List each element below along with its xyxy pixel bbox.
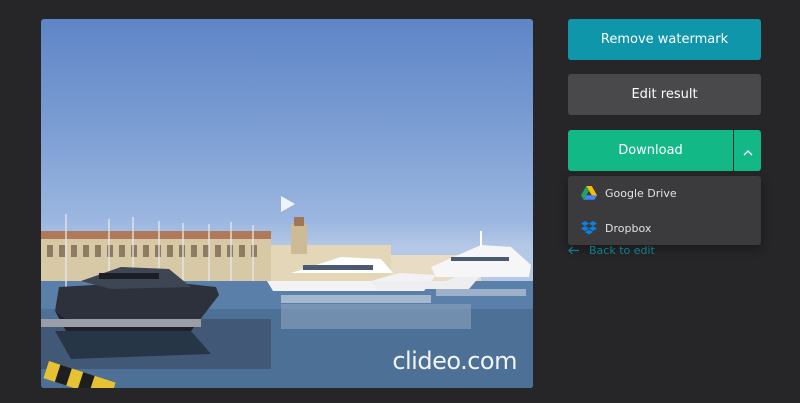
dropbox-icon: [581, 220, 597, 236]
chevron-up-icon: [743, 141, 753, 160]
play-icon[interactable]: [280, 195, 296, 213]
watermark-text: clideo.com: [392, 347, 517, 375]
download-dropdown-menu: Google Drive Dropbox: [568, 176, 761, 245]
menu-item-dropbox[interactable]: Dropbox: [568, 211, 761, 245]
menu-item-label: Dropbox: [605, 221, 652, 235]
back-to-edit-label: Back to edit: [589, 243, 655, 257]
menu-item-google-drive[interactable]: Google Drive: [568, 176, 761, 210]
download-options-toggle[interactable]: [734, 130, 761, 171]
back-to-edit-link[interactable]: Back to edit: [568, 243, 655, 257]
edit-result-button[interactable]: Edit result: [568, 74, 761, 115]
menu-item-label: Google Drive: [605, 186, 677, 200]
download-button[interactable]: Download: [568, 130, 733, 171]
remove-watermark-button[interactable]: Remove watermark: [568, 19, 761, 60]
arrow-left-icon: [568, 246, 580, 255]
video-preview[interactable]: clideo.com: [41, 19, 533, 388]
google-drive-icon: [581, 185, 597, 201]
download-button-group: Download: [568, 130, 761, 171]
